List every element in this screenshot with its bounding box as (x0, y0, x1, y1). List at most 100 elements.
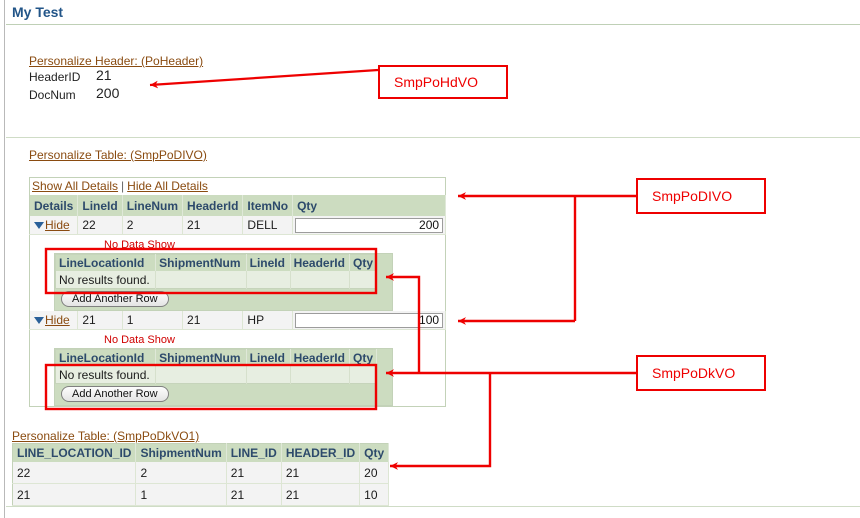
no-data-note: No Data Show (104, 334, 175, 346)
row-detail-band: No Data Show LineLocationId ShipmentNum … (29, 329, 446, 407)
main-table: Show All Details | Hide All Details Detail… (29, 177, 447, 407)
nested-empty-cell (290, 366, 350, 384)
header-field-label-docnum: DocNum (29, 88, 76, 102)
main-table-header-row: Details LineId LineNum HeaderId ItemNo Q… (29, 195, 447, 216)
title-divider (6, 24, 860, 25)
annotation-label-smppodkvo[interactable]: SmpPoDkVO (636, 355, 766, 391)
nested-empty-message: No results found. (55, 366, 157, 384)
nested-empty-row: No results found. (55, 271, 378, 289)
nested-column-headerid[interactable]: HeaderId (290, 254, 350, 271)
header-field-value-docnum: 200 (96, 85, 120, 101)
cell-shipmentnum: 1 (135, 483, 227, 506)
cell-headerid: 21 (182, 311, 244, 330)
nested-column-lineid[interactable]: LineId (246, 254, 291, 271)
column-header-details[interactable]: Details (29, 195, 79, 216)
nested-column-shipmentnum[interactable]: ShipmentNum (155, 349, 247, 366)
detail-panel: No Data Show LineLocationId ShipmentNum … (30, 235, 446, 311)
hide-details-link[interactable]: Hide (45, 313, 70, 327)
add-another-row-button[interactable]: Add Another Row (61, 291, 169, 307)
cell-lineid: 22 (77, 216, 123, 235)
cell-header-id: 21 (281, 483, 361, 506)
personalize-bottom-table-link[interactable]: Personalize Table: (SmpPoDkVO1) (12, 429, 199, 443)
nested-empty-cell (246, 366, 291, 384)
column-header-qty[interactable]: Qty (292, 195, 447, 216)
nested-empty-cell (349, 271, 378, 289)
triangle-down-icon[interactable] (34, 222, 44, 230)
annotation-label-smppohdvo[interactable]: SmpPoHdVO (378, 65, 508, 99)
nested-empty-row: No results found. (55, 366, 378, 384)
cell-linenum: 1 (122, 311, 184, 330)
nested-column-qty[interactable]: Qty (349, 349, 378, 366)
nested-column-lineid[interactable]: LineId (246, 349, 291, 366)
cell-shipmentnum: 2 (135, 462, 227, 484)
triangle-down-icon[interactable] (34, 317, 44, 325)
cell-qty (292, 311, 447, 330)
hide-details-link[interactable]: Hide (45, 218, 70, 232)
footer-divider (6, 506, 860, 507)
row-detail-band: No Data Show LineLocationId ShipmentNum … (29, 234, 446, 311)
nested-empty-cell (349, 366, 378, 384)
table-row: 22 2 21 21 20 (12, 462, 390, 484)
personalize-header-link[interactable]: Personalize Header: (PoHeader) (29, 54, 203, 68)
nested-column-headerid[interactable]: HeaderId (290, 349, 350, 366)
column-header-itemno[interactable]: ItemNo (242, 195, 294, 216)
table-row: Hide 21 1 21 HP (29, 311, 447, 330)
nested-empty-cell (155, 366, 247, 384)
column-header-line-location-id[interactable]: LINE_LOCATION_ID (12, 443, 137, 462)
cell-line-id: 21 (226, 483, 282, 506)
table-row: Hide 22 2 21 DELL (29, 216, 447, 235)
nested-column-qty[interactable]: Qty (349, 254, 378, 271)
main-table-toolbar: Show All Details | Hide All Details (29, 177, 446, 195)
column-header-qty[interactable]: Qty (359, 443, 390, 462)
cell-line-location-id: 22 (12, 462, 137, 484)
cell-line-location-id: 21 (12, 483, 137, 506)
cell-lineid: 21 (77, 311, 123, 330)
nested-column-shipmentnum[interactable]: ShipmentNum (155, 254, 247, 271)
cell-linenum: 2 (122, 216, 184, 235)
nested-column-linelocationid[interactable]: LineLocationId (55, 254, 157, 271)
cell-line-id: 21 (226, 462, 282, 484)
cell-itemno: DELL (242, 216, 294, 235)
nested-empty-cell (246, 271, 291, 289)
bottom-table-header-row: LINE_LOCATION_ID ShipmentNum LINE_ID HEA… (12, 443, 390, 462)
cell-header-id: 21 (281, 462, 361, 484)
nested-table-shell: LineLocationId ShipmentNum LineId Header… (54, 253, 393, 311)
table-row: 21 1 21 21 10 (12, 483, 390, 506)
nested-empty-message: No results found. (55, 271, 157, 289)
column-header-shipmentnum[interactable]: ShipmentNum (135, 443, 227, 462)
add-another-row-button[interactable]: Add Another Row (61, 386, 169, 402)
header-field-label-headerid: HeaderID (29, 70, 81, 84)
column-header-line-id[interactable]: LINE_ID (226, 443, 282, 462)
page-left-border (4, 0, 5, 518)
cell-headerid: 21 (182, 216, 244, 235)
nested-column-linelocationid[interactable]: LineLocationId (55, 349, 157, 366)
application-page: My Test Personalize Header: (PoHeader) H… (0, 0, 860, 518)
nested-table: LineLocationId ShipmentNum LineId Header… (55, 349, 378, 384)
column-header-lineid[interactable]: LineId (77, 195, 123, 216)
toolbar-separator: | (121, 179, 125, 193)
column-header-linenum[interactable]: LineNum (122, 195, 184, 216)
nested-table: LineLocationId ShipmentNum LineId Header… (55, 254, 378, 289)
qty-input[interactable] (295, 217, 444, 233)
section-divider (6, 137, 860, 138)
cell-qty: 10 (359, 483, 390, 506)
page-title: My Test (12, 4, 64, 20)
detail-panel: No Data Show LineLocationId ShipmentNum … (30, 330, 446, 406)
qty-input[interactable] (295, 312, 444, 328)
arrow-to-header (149, 68, 379, 89)
cell-qty (292, 216, 447, 235)
row-details-toggle-cell[interactable]: Hide (29, 311, 79, 330)
hide-all-details-link[interactable]: Hide All Details (127, 179, 208, 193)
row-details-toggle-cell[interactable]: Hide (29, 216, 79, 235)
personalize-main-table-link[interactable]: Personalize Table: (SmpPoDIVO) (29, 148, 207, 162)
no-data-note: No Data Show (104, 239, 175, 251)
nested-header-row: LineLocationId ShipmentNum LineId Header… (55, 254, 378, 271)
cell-itemno: HP (242, 311, 294, 330)
column-header-header-id[interactable]: HEADER_ID (281, 443, 361, 462)
column-header-headerid[interactable]: HeaderId (182, 195, 244, 216)
show-all-details-link[interactable]: Show All Details (32, 179, 118, 193)
annotation-label-smppodivo[interactable]: SmpPoDIVO (636, 178, 766, 214)
cell-qty: 20 (359, 462, 390, 484)
bottom-table: LINE_LOCATION_ID ShipmentNum LINE_ID HEA… (12, 443, 390, 506)
nested-empty-cell (290, 271, 350, 289)
